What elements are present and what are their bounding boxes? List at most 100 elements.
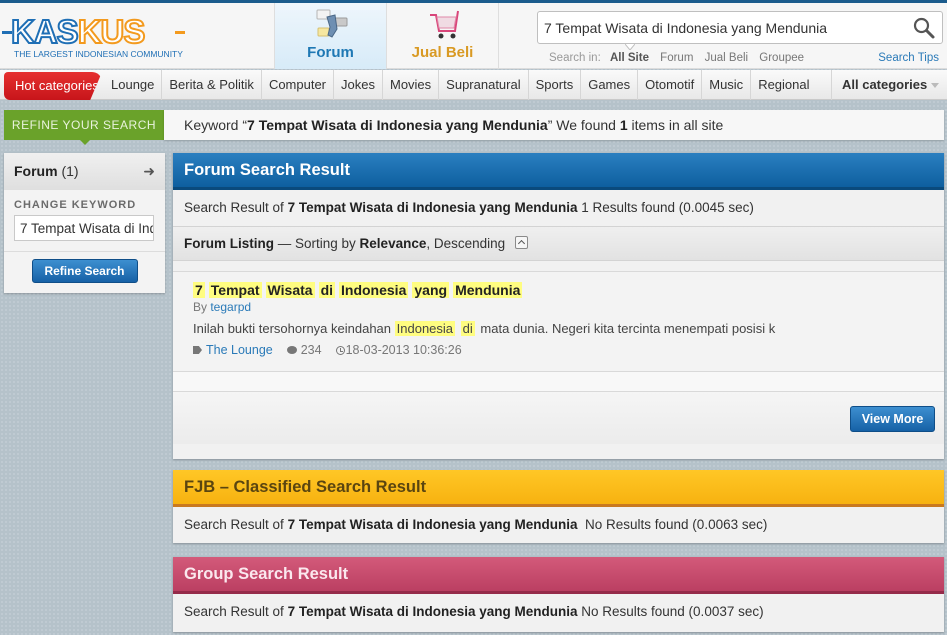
forum-chat-icon — [316, 9, 348, 38]
keyword-summary: Keyword “7 Tempat Wisata di Indonesia ya… — [164, 110, 944, 140]
scope-all-site[interactable]: All Site — [610, 52, 649, 64]
list-item: 7 Tempat Wisata di Indonesia yang Mendunia By … — [173, 271, 944, 372]
category-item-berita-politik[interactable]: Berita & Politik — [162, 70, 262, 100]
result-count: 1 Results found (0.0045 sec) — [577, 200, 754, 215]
scope-groupee[interactable]: Groupee — [759, 52, 804, 64]
list-spacer — [173, 372, 944, 392]
nav-divider — [498, 3, 499, 69]
result-prefix: Search Result of — [184, 517, 288, 532]
category-item-sports[interactable]: Sports — [529, 70, 582, 100]
keyword-value: 7 Tempat Wisata di Indonesia yang Mendun… — [247, 117, 548, 133]
category-item-otomotif[interactable]: Otomotif — [638, 70, 703, 100]
clock-icon — [335, 345, 345, 355]
nav-tab-forum-label: Forum — [307, 44, 354, 61]
thread-title-link[interactable]: 7 Tempat Wisata di Indonesia yang Mendunia — [193, 282, 944, 298]
category-item-games[interactable]: Games — [581, 70, 639, 100]
tag-icon — [193, 346, 202, 354]
sidebar-divider — [4, 251, 165, 252]
scope-jual-beli[interactable]: Jual Beli — [705, 52, 748, 64]
all-categories-label: All categories — [842, 77, 928, 92]
result-keyword: 7 Tempat Wisata di Indonesia yang Mendun… — [287, 517, 578, 532]
thread-meta: The Lounge 234 18-03-2013 10:36:26 — [193, 343, 944, 357]
found-count: 1 — [619, 117, 628, 133]
logo-wordmark: KASKUS — [10, 14, 146, 49]
nav-tab-jual-beli-label: Jual Beli — [411, 44, 474, 61]
fjb-search-result-panel: FJB – Classified Search Result Search Re… — [173, 470, 944, 543]
forum-category-link[interactable]: The Lounge — [206, 343, 273, 357]
keyword-prefix: Keyword “ — [184, 117, 248, 133]
result-count: No Results found (0.0037 sec) — [577, 604, 764, 619]
category-item-lounge[interactable]: Lounge — [104, 70, 163, 100]
title-word: Mendunia — [453, 282, 523, 298]
view-more-button[interactable]: View More — [850, 406, 935, 432]
category-item-computer[interactable]: Computer — [262, 70, 335, 100]
arrow-right-icon[interactable]: ➜ — [143, 153, 155, 190]
nav-tab-jual-beli[interactable]: Jual Beli — [387, 3, 498, 69]
change-keyword-label: CHANGE KEYWORD — [14, 199, 137, 211]
category-item-movies[interactable]: Movies — [383, 70, 440, 100]
result-summary: Search Result of 7 Tempat Wisata di Indo… — [173, 190, 944, 226]
panel-title: Group Search Result — [173, 557, 944, 594]
scope-pointer-icon — [625, 44, 635, 50]
thread-author: By tegarpd — [193, 300, 944, 314]
sort-key: Relevance — [359, 236, 427, 251]
shopping-cart-icon — [430, 10, 459, 39]
category-item-regional[interactable]: Regional — [751, 70, 816, 100]
listing-label: Forum Listing — [184, 236, 274, 251]
category-item-jokes[interactable]: Jokes — [334, 70, 383, 100]
search-tips-link[interactable]: Search Tips — [878, 52, 939, 64]
result-prefix: Search Result of — [184, 604, 288, 619]
snippet-highlight: di — [460, 321, 475, 336]
reply-count: 234 — [300, 343, 322, 357]
sort-prefix: — Sorting by — [274, 236, 360, 251]
keyword-suffix: ” We found — [547, 117, 620, 133]
all-categories-dropdown[interactable]: All categories — [831, 70, 943, 100]
search-icon[interactable] — [912, 16, 936, 40]
change-keyword-input[interactable] — [14, 215, 154, 241]
logo-tagline: THE LARGEST INDONESIAN COMMUNITY — [14, 49, 183, 59]
kaskus-logo[interactable]: KASKUS THE LARGEST INDONESIAN COMMUNITY — [2, 14, 185, 61]
panel-title: Forum Search Result — [173, 153, 944, 190]
title-word: di — [318, 282, 336, 298]
chevron-down-icon — [931, 83, 940, 89]
post-datetime: 18-03-2013 10:36:26 — [345, 343, 462, 357]
collapse-toggle-icon[interactable] — [515, 235, 529, 249]
result-keyword: 7 Tempat Wisata di Indonesia yang Mendun… — [287, 200, 578, 215]
search-box — [537, 11, 943, 50]
result-summary: Search Result of 7 Tempat Wisata di Indo… — [173, 507, 944, 543]
snippet-highlight: Indonesia — [394, 321, 456, 336]
logo-word-orange: KUS — [77, 13, 147, 50]
logo-word-blue: KAS — [10, 13, 80, 50]
title-word: Indonesia — [339, 282, 409, 298]
group-search-result-panel: Group Search Result Search Result of 7 T… — [173, 557, 944, 632]
result-count: No Results found (0.0063 sec) — [577, 517, 768, 532]
search-scope-selector: Search in: All Site Forum Jual Beli Grou… — [549, 52, 812, 64]
forum-listing-sort-bar: Forum Listing — Sorting by Relevance, De… — [173, 226, 944, 261]
title-word: yang — [412, 282, 450, 298]
category-item-supranatural[interactable]: Supranatural — [439, 70, 529, 100]
category-bar: Hot categories Lounge Berita & Politik C… — [0, 70, 947, 100]
site-header: KASKUS THE LARGEST INDONESIAN COMMUNITY … — [0, 3, 947, 69]
refine-your-search-tab: REFINE YOUR SEARCH — [4, 110, 164, 145]
nav-tab-forum[interactable]: Forum — [275, 3, 386, 69]
result-keyword: 7 Tempat Wisata di Indonesia yang Mendun… — [287, 604, 578, 619]
comment-icon — [286, 346, 297, 354]
hot-categories-button[interactable]: Hot categories — [4, 72, 102, 100]
found-suffix: items in all site — [627, 117, 724, 133]
scope-forum[interactable]: Forum — [660, 52, 693, 64]
logo-dash-right — [175, 31, 185, 34]
title-word: Tempat — [208, 282, 262, 298]
panel-title: FJB – Classified Search Result — [173, 470, 944, 507]
author-link[interactable]: tegarpd — [210, 300, 251, 314]
snippet-text: Inilah bukti tersohornya keindahan — [193, 321, 395, 336]
view-more-row: View More — [173, 392, 944, 444]
thread-snippet: Inilah bukti tersohornya keindahan Indon… — [193, 321, 944, 336]
refine-search-button[interactable]: Refine Search — [31, 259, 138, 283]
search-input[interactable] — [544, 12, 904, 43]
title-word: Wisata — [265, 282, 315, 298]
sidebar-section-label: Forum — [14, 163, 58, 179]
category-item-music[interactable]: Music — [702, 70, 752, 100]
result-summary: Search Result of 7 Tempat Wisata di Indo… — [173, 594, 944, 630]
by-label: By — [193, 300, 211, 314]
sidebar-section-forum[interactable]: Forum (1) ➜ — [4, 153, 165, 190]
